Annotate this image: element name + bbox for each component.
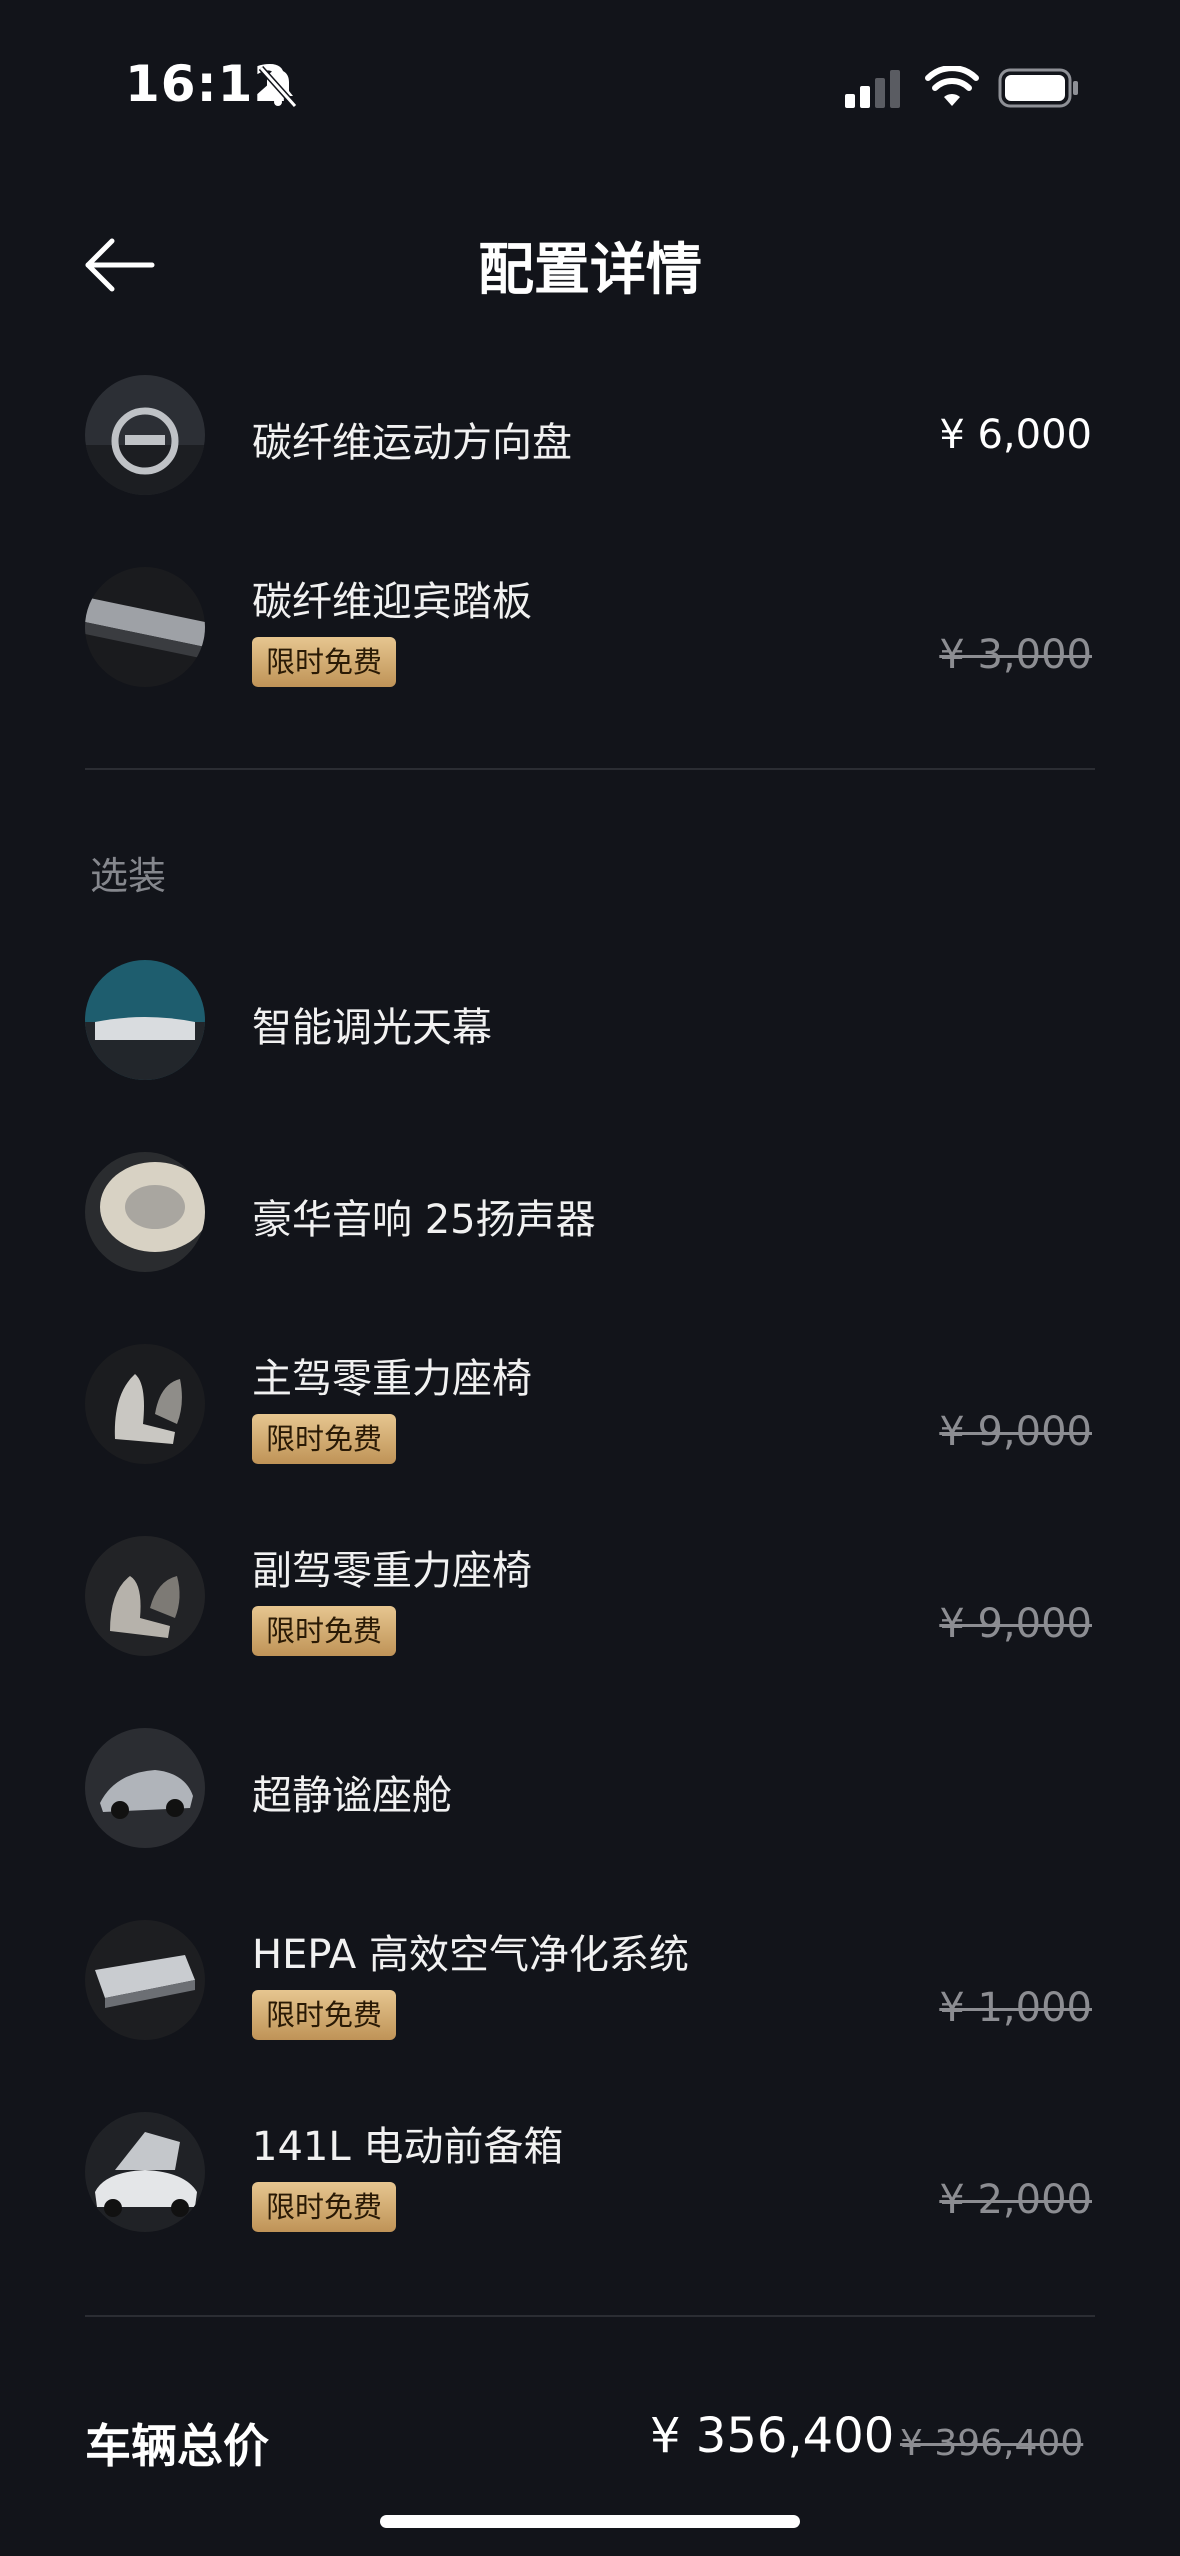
free-badge: 限时免费 <box>252 1606 397 1656</box>
quiet-cabin-thumbnail <box>85 1728 205 1848</box>
speaker-thumbnail <box>85 1152 205 1272</box>
driver-seat-thumbnail <box>85 1344 205 1464</box>
total-price-label: 车辆总价 <box>85 2419 269 2473</box>
config-item-quiet-cabin: 超静谧座舱 <box>0 1713 1180 1863</box>
config-item-electric-frunk: 141L 电动前备箱 限时免费 ¥ 2,000 <box>0 2097 1180 2247</box>
item-name: 141L 电动前备箱 <box>252 2124 564 2170</box>
section-title-optional: 选装 <box>90 854 167 898</box>
frunk-thumbnail <box>85 2112 205 2232</box>
item-name: 副驾零重力座椅 <box>252 1548 532 1594</box>
page-title: 配置详情 <box>478 238 702 303</box>
steering-wheel-thumbnail <box>85 375 205 495</box>
free-badge: 限时免费 <box>252 637 397 687</box>
item-name: 主驾零重力座椅 <box>252 1356 532 1402</box>
sunroof-thumbnail <box>85 960 205 1080</box>
item-old-price: ¥ 1,000 <box>939 1985 1092 2031</box>
config-item-smart-dimming-roof: 智能调光天幕 <box>0 945 1180 1095</box>
total-old-price: ¥ 396,400 <box>900 2423 1084 2464</box>
config-item-steering-wheel: 碳纤维运动方向盘 ¥ 6,000 <box>0 360 1180 510</box>
item-name: 超静谧座舱 <box>252 1773 452 1819</box>
item-name: 碳纤维迎宾踏板 <box>252 579 532 625</box>
item-name: HEPA 高效空气净化系统 <box>252 1932 689 1978</box>
item-old-price: ¥ 2,000 <box>939 2177 1092 2223</box>
item-name: 豪华音响 25扬声器 <box>252 1197 596 1243</box>
free-badge: 限时免费 <box>252 1414 397 1464</box>
item-old-price: ¥ 3,000 <box>939 632 1092 678</box>
battery-icon <box>998 68 1078 108</box>
signal-icon <box>845 70 900 108</box>
item-old-price: ¥ 9,000 <box>939 1601 1092 1647</box>
divider <box>85 768 1095 770</box>
config-item-premium-audio: 豪华音响 25扬声器 <box>0 1137 1180 1287</box>
nav-bar: 配置详情 <box>0 215 1180 315</box>
passenger-seat-thumbnail <box>85 1536 205 1656</box>
config-item-passenger-zero-gravity-seat: 副驾零重力座椅 限时免费 ¥ 9,000 <box>0 1521 1180 1671</box>
item-price: ¥ 6,000 <box>939 412 1092 458</box>
config-item-door-sill: 碳纤维迎宾踏板 限时免费 ¥ 3,000 <box>0 552 1180 702</box>
status-bar: 16:12 <box>0 0 1180 175</box>
wifi-icon <box>925 66 979 106</box>
door-sill-thumbnail <box>85 567 205 687</box>
config-item-hepa-air-purification: HEPA 高效空气净化系统 限时免费 ¥ 1,000 <box>0 1905 1180 2055</box>
free-badge: 限时免费 <box>252 1990 397 2040</box>
hepa-filter-thumbnail <box>85 1920 205 2040</box>
config-item-driver-zero-gravity-seat: 主驾零重力座椅 限时免费 ¥ 9,000 <box>0 1329 1180 1479</box>
bell-mute-icon <box>258 65 298 109</box>
home-indicator[interactable] <box>380 2515 800 2528</box>
free-badge: 限时免费 <box>252 2182 397 2232</box>
total-price: ¥ 356,400 <box>650 2408 895 2464</box>
item-name: 智能调光天幕 <box>252 1005 492 1051</box>
item-name: 碳纤维运动方向盘 <box>252 420 572 466</box>
divider <box>85 2315 1095 2317</box>
item-old-price: ¥ 9,000 <box>939 1409 1092 1455</box>
